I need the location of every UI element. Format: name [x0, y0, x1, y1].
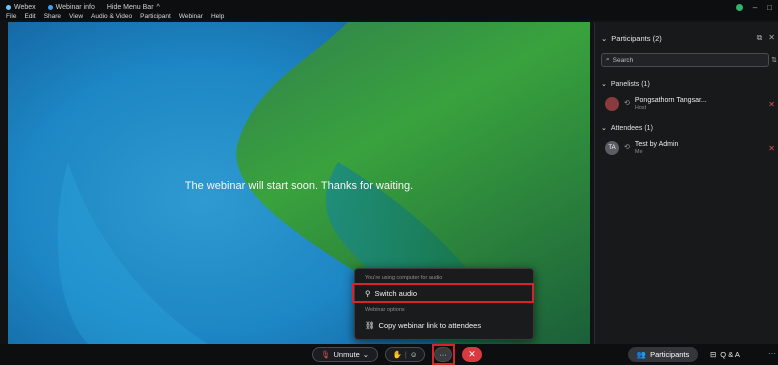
panelists-label: Panelists (1) [610, 80, 650, 88]
search-placeholder: Search [612, 56, 634, 64]
qa-button[interactable]: ⊟ Q & A [710, 350, 740, 359]
search-icon: ⌕ [606, 56, 610, 63]
participant-info: Pongsathorn Tangsar... Host [635, 97, 707, 112]
menu-bar: File Edit Share View Audio & Video Parti… [6, 13, 224, 20]
close-icon: ✕ [468, 349, 476, 359]
link-icon: ⛓ [365, 321, 375, 330]
attendees-label: Attendees (1) [610, 124, 653, 132]
webinar-info-button[interactable]: Webinar info [47, 4, 95, 11]
muted-mic-icon: ✕ [768, 100, 775, 109]
sync-icon: ⟲ [624, 144, 630, 151]
waiting-message: The webinar will start soon. Thanks for … [184, 180, 414, 192]
panel-header[interactable]: ⌄ Participants (2) [601, 34, 662, 43]
menu-participant[interactable]: Participant [140, 13, 171, 20]
menu-file[interactable]: File [6, 13, 16, 20]
participant-row[interactable]: TA ⟲ Test by Admin Me ✕ [605, 141, 775, 156]
more-button-highlight [432, 344, 455, 365]
people-icon: 👥 [636, 350, 647, 359]
search-input[interactable]: ⌕ Search [601, 53, 769, 67]
participant-row[interactable]: ⟲ Pongsathorn Tangsar... Host ✕ [605, 97, 775, 112]
window-controls: – □ [735, 3, 772, 12]
status-icon[interactable] [735, 4, 743, 11]
chevron-down-icon: ⌄ [601, 34, 608, 43]
qa-label: Q & A [720, 350, 740, 359]
participant-name: Pongsathorn Tangsar... [634, 97, 707, 104]
raise-hand-icon[interactable]: ✋ [393, 350, 402, 359]
muted-mic-icon: ✕ [768, 144, 775, 153]
menu-edit[interactable]: Edit [24, 13, 35, 20]
emoji-icon[interactable]: ☺ [410, 350, 418, 359]
chevron-down-icon: ⌄ [601, 125, 607, 132]
webinar-options-label: Webinar options [365, 307, 405, 313]
muted-mic-icon: 🎙 [320, 350, 331, 359]
sort-icon[interactable]: ⇅ [771, 56, 777, 64]
panelists-group-header[interactable]: ⌄ Panelists (1) [601, 80, 650, 89]
webex-app[interactable]: Webex [6, 4, 36, 11]
menu-help[interactable]: Help [211, 13, 224, 20]
chevron-down-icon: ⌄ [362, 350, 370, 359]
unmute-button[interactable]: 🎙 Unmute ⌄ [312, 347, 378, 362]
participants-button[interactable]: 👥 Participants [628, 347, 698, 362]
info-icon [47, 5, 53, 10]
unmute-label: Unmute [333, 350, 360, 359]
reactions-group: ✋ | ☺ [385, 347, 425, 362]
leave-button[interactable]: ✕ [462, 347, 482, 362]
avatar [605, 97, 619, 111]
avatar: TA [605, 141, 619, 155]
title-bar: Webex Webinar info Hide Menu Bar ^ File … [0, 0, 778, 20]
more-options-menu: You're using computer for audio ⚲ Switch… [354, 268, 534, 340]
maximize-button[interactable]: □ [767, 3, 772, 12]
divider: | [404, 350, 407, 359]
hide-menu-label: Hide Menu Bar [106, 4, 154, 11]
menu-share[interactable]: Share [44, 13, 61, 20]
webex-logo-icon [6, 5, 11, 10]
copy-link-menu-item[interactable]: ⛓ Copy webinar link to attendees [365, 321, 481, 330]
attendees-group-header[interactable]: ⌄ Attendees (1) [601, 124, 653, 133]
hide-menu-button[interactable]: Hide Menu Bar ^ [107, 4, 160, 11]
webinar-info-label: Webinar info [55, 4, 95, 11]
panel-title: Participants (2) [611, 34, 662, 43]
qa-icon: ⊟ [710, 350, 717, 359]
participant-info: Test by Admin Me [635, 141, 679, 156]
popout-icon[interactable]: ⧉ [757, 33, 763, 43]
close-icon[interactable]: ✕ [768, 33, 775, 43]
menu-view[interactable]: View [69, 13, 83, 20]
menu-audio-video[interactable]: Audio & Video [91, 13, 132, 20]
copy-link-label: Copy webinar link to attendees [378, 321, 482, 330]
participant-role: Host [634, 105, 647, 111]
participants-panel: ⌄ Participants (2) ⧉ ✕ ⌕ Search ⇅ ⌄ Pane… [594, 22, 778, 344]
audio-section-label: You're using computer for audio [365, 275, 443, 281]
panel-header-icons: ⧉ ✕ [757, 33, 775, 43]
more-panels-icon[interactable]: ··· [768, 349, 776, 358]
participant-role: Me [634, 149, 643, 155]
minimize-button[interactable]: – [753, 3, 757, 12]
participants-label: Participants [650, 350, 690, 359]
switch-audio-highlight [352, 283, 534, 303]
chevron-down-icon: ⌄ [601, 81, 607, 88]
menu-webinar[interactable]: Webinar [179, 13, 203, 20]
app-name: Webex [14, 4, 36, 11]
app-header: Webex Webinar info Hide Menu Bar ^ [6, 4, 160, 11]
caret-up-icon: ^ [156, 4, 160, 11]
participant-name: Test by Admin [634, 141, 679, 148]
sync-icon: ⟲ [624, 100, 630, 107]
